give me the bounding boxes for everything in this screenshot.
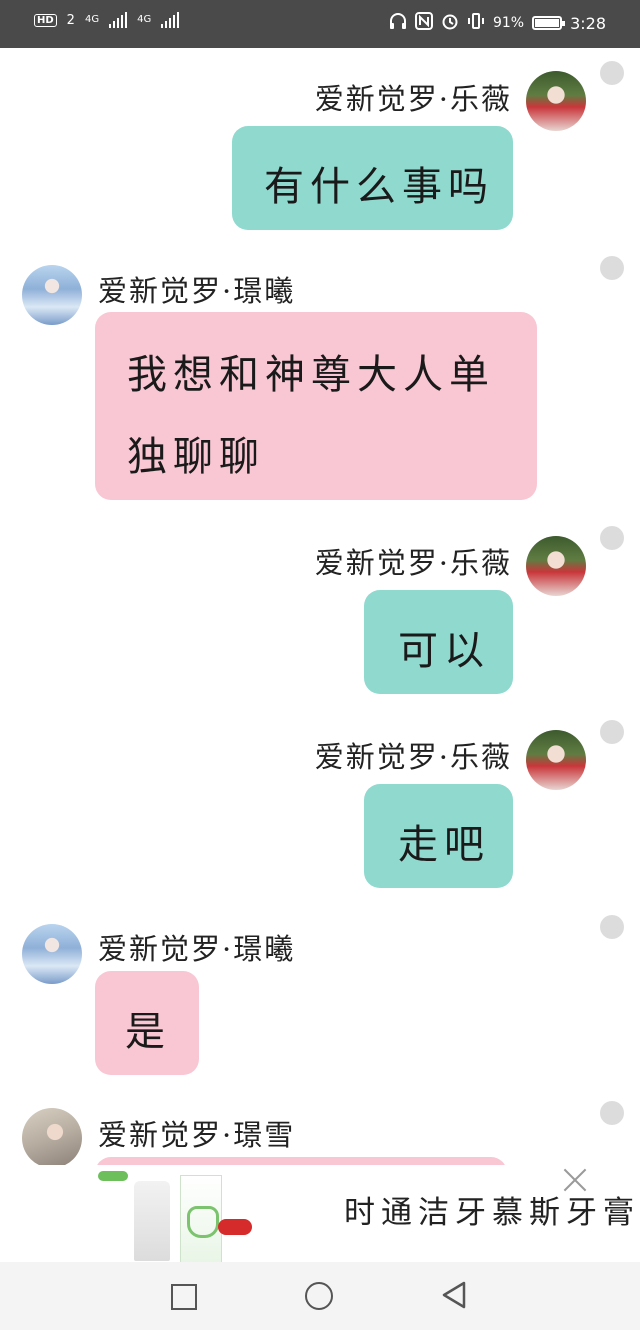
sim1-label: 2 bbox=[66, 12, 75, 28]
hd-badge: HD bbox=[34, 13, 57, 27]
sender-name: 爱新觉罗·璟雪 bbox=[98, 1118, 296, 1152]
message-line: 独聊聊 bbox=[127, 434, 265, 480]
select-dot[interactable] bbox=[600, 720, 624, 744]
battery-percent: 91% bbox=[492, 15, 525, 31]
message-bubble[interactable]: 可以 bbox=[364, 590, 513, 694]
sender-name: 爱新觉罗·乐薇 bbox=[314, 82, 512, 116]
brand-logo bbox=[98, 1171, 128, 1181]
sim2-network: 4G bbox=[137, 14, 152, 25]
avatar[interactable] bbox=[526, 71, 586, 131]
foam-bottle-image bbox=[134, 1181, 170, 1261]
home-circle-icon[interactable] bbox=[305, 1282, 333, 1310]
product-box-image bbox=[180, 1175, 222, 1262]
sender-name: 爱新觉罗·乐薇 bbox=[314, 740, 512, 774]
headphones-icon bbox=[389, 12, 407, 34]
signal-bars-icon bbox=[109, 12, 128, 28]
tooth-icon bbox=[187, 1206, 219, 1238]
red-tag-image bbox=[218, 1219, 252, 1235]
system-indicators: 91% 3:28 bbox=[389, 12, 606, 34]
sender-name: 爱新觉罗·乐薇 bbox=[314, 546, 512, 580]
message-bubble[interactable]: 我想和神尊大人单 独聊聊 bbox=[95, 312, 537, 500]
battery-fill bbox=[535, 19, 559, 27]
message-line: 我想和神尊大人单 bbox=[127, 352, 495, 398]
back-triangle-icon[interactable] bbox=[440, 1280, 468, 1314]
alarm-icon bbox=[441, 12, 459, 34]
clock: 3:28 bbox=[570, 13, 606, 33]
avatar[interactable] bbox=[526, 730, 586, 790]
system-nav-bar bbox=[0, 1262, 640, 1330]
ad-title[interactable]: 时通洁牙慕斯牙膏 bbox=[344, 1187, 640, 1232]
message-bubble[interactable]: 有什么事吗 bbox=[232, 126, 513, 230]
message-bubble[interactable]: 走吧 bbox=[364, 784, 513, 888]
avatar[interactable] bbox=[526, 536, 586, 596]
select-dot[interactable] bbox=[600, 61, 624, 85]
signal-bars-icon bbox=[161, 12, 180, 28]
select-dot[interactable] bbox=[600, 526, 624, 550]
ad-banner[interactable]: 时通洁牙慕斯牙膏 bbox=[0, 1165, 640, 1262]
select-dot[interactable] bbox=[600, 1101, 624, 1125]
chat-list[interactable]: 爱新觉罗·乐薇 有什么事吗 爱新觉罗·璟曦 我想和神尊大人单 独聊聊 爱新觉罗·… bbox=[0, 48, 640, 1165]
close-icon[interactable] bbox=[562, 1167, 588, 1193]
battery-icon bbox=[532, 16, 566, 30]
avatar[interactable] bbox=[22, 1108, 82, 1165]
status-bar: HD 2 4G 4G 91% 3:28 bbox=[0, 0, 640, 48]
sender-name: 爱新觉罗·璟曦 bbox=[98, 932, 296, 966]
sim1-network: 4G bbox=[84, 14, 100, 25]
nfc-icon bbox=[414, 12, 433, 34]
recent-square-icon[interactable] bbox=[171, 1284, 197, 1310]
sender-name: 爱新觉罗·璟曦 bbox=[98, 274, 296, 308]
product-image[interactable] bbox=[98, 1169, 258, 1262]
message-bubble[interactable] bbox=[95, 1157, 507, 1165]
signal-indicators: HD 2 4G 4G bbox=[34, 12, 180, 28]
avatar[interactable] bbox=[22, 924, 82, 984]
select-dot[interactable] bbox=[600, 256, 624, 280]
message-bubble[interactable]: 是 bbox=[95, 971, 199, 1075]
select-dot[interactable] bbox=[600, 915, 624, 939]
avatar[interactable] bbox=[22, 265, 82, 325]
vibrate-icon bbox=[467, 12, 485, 34]
